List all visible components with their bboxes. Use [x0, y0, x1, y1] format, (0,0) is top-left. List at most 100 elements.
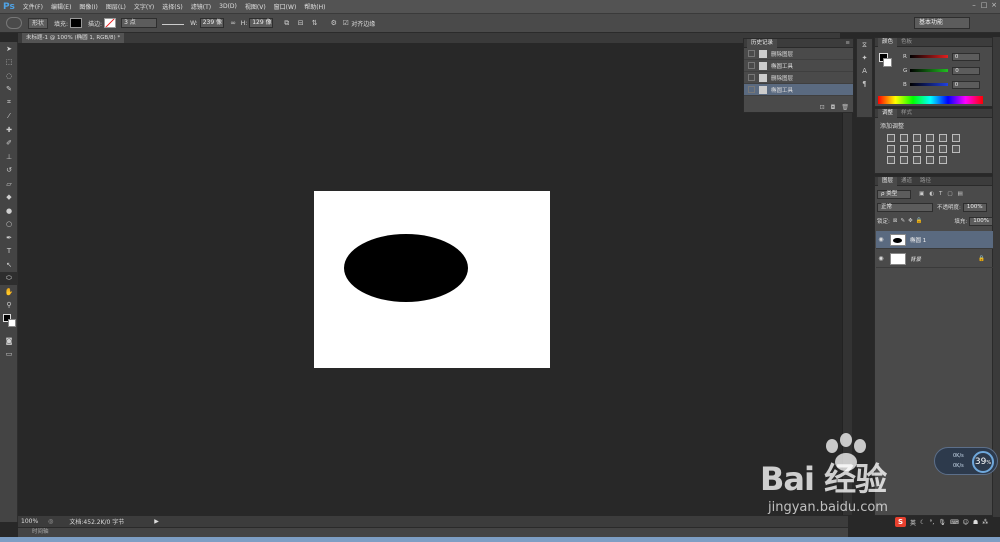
paragraph-panel-icon[interactable]: ¶ — [857, 78, 872, 91]
tab-paths[interactable]: 路径 — [916, 177, 935, 186]
blend-mode-select[interactable]: 正常 — [877, 202, 933, 212]
microphone-icon[interactable]: 🎙 — [938, 519, 946, 526]
pen-tool-icon[interactable]: ✒ — [0, 231, 18, 245]
menu-filter[interactable]: 滤镜(T) — [187, 2, 215, 11]
history-snapshot-box[interactable] — [748, 62, 755, 69]
green-slider[interactable] — [910, 69, 949, 72]
color-lookup-icon[interactable] — [952, 145, 960, 153]
layer-filter-select[interactable]: ρ 类型 — [877, 189, 911, 199]
red-value-field[interactable]: 0 — [951, 52, 980, 61]
ellipse-shape[interactable] — [344, 234, 468, 302]
history-item[interactable]: 椭圆工具 — [744, 84, 853, 96]
eye-icon[interactable]: ◉ — [876, 255, 886, 262]
ellipse-tool-preset-icon[interactable] — [6, 17, 22, 29]
levels-icon[interactable] — [900, 134, 908, 142]
selective-color-icon[interactable] — [926, 156, 934, 164]
layer-name[interactable]: 椭圆 1 — [910, 236, 926, 244]
clone-stamp-tool-icon[interactable]: ⊥ — [0, 150, 18, 164]
tab-swatches[interactable]: 色板 — [897, 38, 916, 47]
quick-select-tool-icon[interactable]: ✎ — [0, 83, 18, 97]
tab-styles[interactable]: 样式 — [897, 109, 916, 118]
shirt-icon[interactable]: ☗ — [973, 519, 978, 526]
move-tool-icon[interactable]: ➤ — [0, 42, 18, 56]
panel-menu-icon[interactable]: ≡ — [845, 40, 850, 46]
path-alignment-icon[interactable]: ⊟ — [296, 19, 305, 28]
stroke-width-field[interactable]: 3 点 — [121, 18, 158, 28]
history-item[interactable]: 椭圆工具 — [744, 60, 853, 72]
lock-icons[interactable]: ⊠✎✥🔒 — [893, 218, 926, 224]
tab-adjustments[interactable]: 调整 — [878, 108, 898, 118]
moon-icon[interactable]: ☾ — [920, 519, 925, 526]
quick-mask-icon[interactable]: ◙ — [0, 334, 18, 348]
history-panel-icon[interactable]: ⧖ — [857, 39, 872, 52]
document-canvas[interactable] — [314, 191, 550, 368]
green-value-field[interactable]: 0 — [952, 66, 981, 75]
workspace-select[interactable]: 基本功能 — [914, 17, 970, 29]
color-balance-icon[interactable] — [900, 145, 908, 153]
hand-tool-icon[interactable]: ✋ — [0, 285, 18, 299]
height-field[interactable]: 129 像 — [249, 18, 274, 28]
user-icon[interactable]: ☺ — [963, 519, 969, 526]
menu-image[interactable]: 图像(I) — [75, 2, 101, 11]
menu-3d[interactable]: 3D(D) — [215, 3, 241, 10]
color-background-swatch[interactable] — [883, 58, 892, 67]
path-operations-icon[interactable]: ⧉ — [282, 19, 291, 28]
history-brush-tool-icon[interactable]: ↺ — [0, 164, 18, 178]
eyedropper-tool-icon[interactable]: ⁄ — [0, 110, 18, 124]
marquee-tool-icon[interactable]: ⬚ — [0, 56, 18, 70]
brush-presets-icon[interactable]: ✦ — [857, 52, 872, 65]
stroke-swatch[interactable] — [104, 18, 117, 28]
lasso-tool-icon[interactable]: ◌ — [0, 69, 18, 83]
document-tab[interactable]: 未标题-1 @ 100% (椭圆 1, RGB/8) * — [22, 33, 125, 43]
healing-brush-tool-icon[interactable]: ✚ — [0, 123, 18, 137]
dodge-tool-icon[interactable]: ○ — [0, 218, 18, 232]
exposure-icon[interactable] — [926, 134, 934, 142]
history-snapshot-box[interactable] — [748, 74, 755, 81]
menu-edit[interactable]: 编辑(E) — [47, 2, 75, 11]
brush-tool-icon[interactable]: ✐ — [0, 137, 18, 151]
ellipse-tool-icon[interactable]: ⬭ — [0, 271, 18, 285]
opacity-field[interactable]: 100% — [962, 202, 987, 212]
channel-mixer-icon[interactable] — [939, 145, 947, 153]
status-menu-arrow-icon[interactable]: ▶ — [154, 518, 159, 525]
tab-history[interactable]: 历史记录 — [747, 38, 778, 48]
zoom-level[interactable]: 100% — [21, 518, 38, 525]
keyboard-icon[interactable]: ⌨ — [950, 519, 959, 526]
threshold-icon[interactable] — [913, 156, 921, 164]
brightness-contrast-icon[interactable] — [887, 134, 895, 142]
tab-channels[interactable]: 通道 — [897, 177, 916, 186]
share-icon[interactable]: ◎ — [48, 518, 53, 525]
eraser-tool-icon[interactable]: ▱ — [0, 177, 18, 191]
minimize-icon[interactable]: – — [970, 1, 978, 10]
posterize-icon[interactable] — [900, 156, 908, 164]
width-field[interactable]: 239 像 — [199, 18, 224, 28]
path-arrangement-icon[interactable]: ⇅ — [310, 19, 319, 28]
path-selection-tool-icon[interactable]: ↖ — [0, 258, 18, 272]
vibrance-icon[interactable] — [939, 134, 947, 142]
history-item[interactable]: 删除图层 — [744, 72, 853, 84]
history-snapshot-box[interactable] — [748, 86, 755, 93]
triangle-icon[interactable] — [952, 134, 960, 142]
layer-name[interactable]: 背景 — [910, 255, 921, 263]
camera-icon[interactable]: ◘ — [831, 104, 836, 111]
menu-select[interactable]: 选择(S) — [158, 2, 187, 11]
layer-filter-icons[interactable]: ▣◐T▢▤ — [919, 191, 968, 197]
menu-type[interactable]: 文字(Y) — [130, 2, 158, 11]
zoom-tool-icon[interactable]: ⚲ — [0, 299, 18, 313]
background-color-swatch[interactable] — [8, 319, 16, 327]
history-item[interactable]: 删除图层 — [744, 48, 853, 60]
fill-field[interactable]: 100% — [969, 216, 993, 226]
tab-layers[interactable]: 图层 — [878, 176, 898, 186]
menu-help[interactable]: 帮助(H) — [300, 2, 329, 11]
menu-layer[interactable]: 图层(L) — [102, 2, 130, 11]
menu-view[interactable]: 视图(V) — [241, 2, 270, 11]
blue-value-field[interactable]: 0 — [951, 80, 980, 89]
right-panel-scrollbar[interactable] — [993, 37, 1000, 517]
close-icon[interactable]: × — [990, 1, 998, 10]
align-edges-checkbox[interactable]: ☑ — [341, 19, 350, 28]
character-panel-icon[interactable]: A — [857, 65, 872, 78]
gradient-map-icon[interactable] — [939, 156, 947, 164]
menu-window[interactable]: 窗口(W) — [270, 2, 301, 11]
grid-icon[interactable]: ⁂ — [982, 519, 988, 526]
shape-mode-select[interactable]: 形状 — [28, 17, 49, 29]
